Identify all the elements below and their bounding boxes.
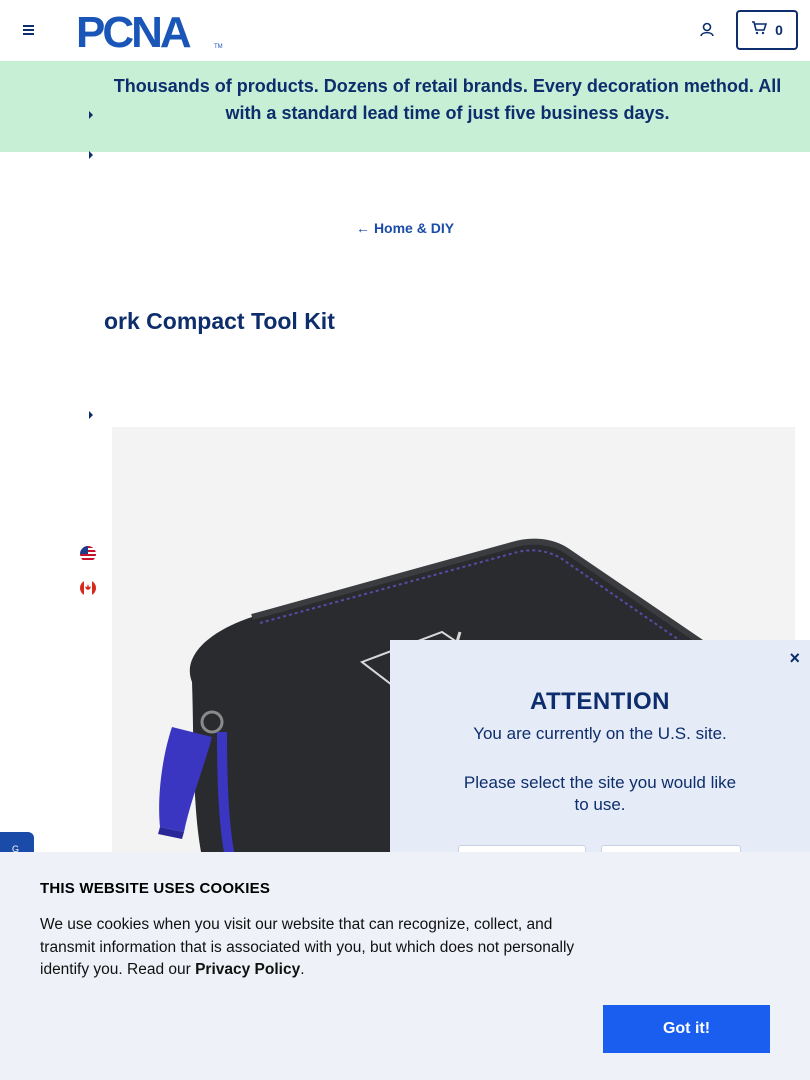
modal-prompt: Please select the site you would like to…: [463, 773, 737, 814]
pcna-logo[interactable]: PCNA TM: [76, 8, 224, 57]
us-flag-icon[interactable]: [80, 546, 96, 562]
site-header: PCNA TM 0: [0, 0, 810, 61]
svg-text:TM: TM: [214, 44, 223, 50]
arrow-left-icon: ←: [355, 220, 370, 236]
cookie-banner: THIS WEBSITE USES COOKIES We use cookies…: [0, 852, 810, 1080]
privacy-policy-link[interactable]: Privacy Policy: [195, 961, 300, 978]
chevron-right-icon[interactable]: [87, 407, 95, 419]
logo-text: PCNA: [76, 11, 191, 51]
back-link-label: Home & DIY: [373, 220, 455, 236]
cookie-text-end: .: [300, 961, 305, 978]
promo-banner: Thousands of products. Dozens of retail …: [0, 61, 810, 152]
cookie-text: We use cookies when you visit our websit…: [40, 914, 610, 982]
cart-button[interactable]: 0: [736, 10, 798, 50]
close-icon[interactable]: ×: [789, 648, 800, 669]
canada-flag-icon[interactable]: [80, 580, 96, 596]
cart-count: 0: [775, 22, 783, 38]
back-to-category-link[interactable]: ← Home & DIY: [0, 220, 810, 236]
cart-icon: [751, 20, 768, 40]
cookie-text-body: We use cookies when you visit our websit…: [40, 916, 575, 978]
site-selection-modal: × ATTENTION You are currently on the U.S…: [390, 640, 810, 859]
modal-title: ATTENTION: [529, 688, 671, 715]
cookie-title: THIS WEBSITE USES COOKIES: [40, 880, 271, 897]
hamburger-menu-icon[interactable]: [17, 19, 39, 41]
account-icon[interactable]: [697, 20, 717, 40]
accept-cookies-button[interactable]: Got it!: [603, 1005, 770, 1053]
promo-text: Thousands of products. Dozens of retail …: [113, 76, 782, 123]
chevron-right-icon[interactable]: [87, 147, 95, 159]
modal-current-site: You are currently on the U.S. site.: [473, 724, 727, 743]
product-title: ork Compact Tool Kit: [104, 308, 335, 334]
chevron-right-icon[interactable]: [87, 107, 95, 119]
